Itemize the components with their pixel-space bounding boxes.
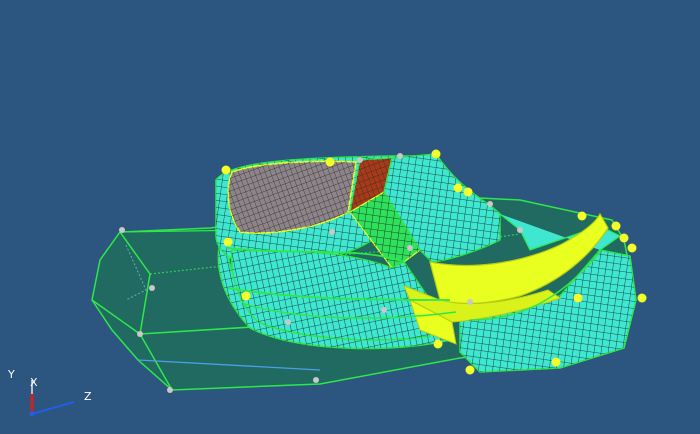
z-axis-line <box>31 401 75 415</box>
z-axis-label: Z <box>84 390 92 403</box>
y-axis-label: Y <box>7 368 15 381</box>
x-axis-label: X <box>30 376 38 389</box>
axis-triad: Y X Z <box>7 368 92 417</box>
model-scene[interactable]: Y X Z <box>0 0 700 434</box>
3d-viewport[interactable]: Y X Z <box>0 0 700 434</box>
axis-origin <box>29 411 35 417</box>
